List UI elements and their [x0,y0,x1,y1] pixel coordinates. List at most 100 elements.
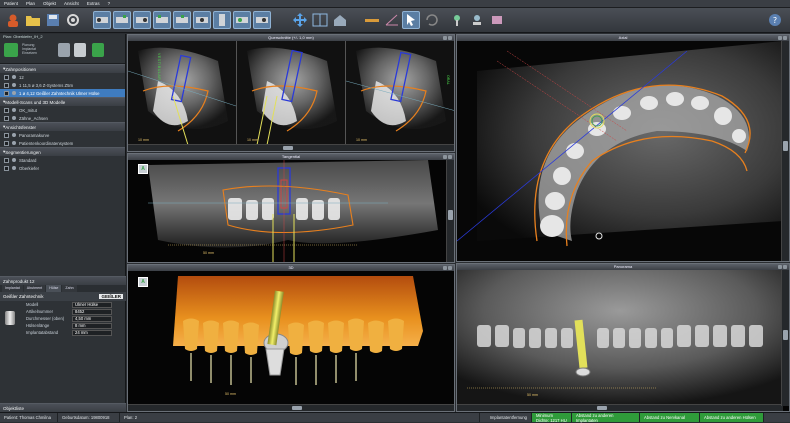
close-icon[interactable] [448,35,452,40]
property-value[interactable]: 24 mm [72,329,112,336]
menu-item[interactable]: Ansicht [64,1,79,6]
sleeve-image [0,301,20,341]
maximize-icon[interactable] [777,264,782,269]
tooth-tool-icon[interactable] [113,11,131,29]
visibility-checkbox[interactable] [4,165,9,171]
object-list-tab[interactable]: Objektliste [0,403,126,412]
panorama-view[interactable]: Panorama 50 mm [456,263,790,412]
scroll-knob[interactable] [783,141,788,151]
visibility-checkbox[interactable] [4,157,9,163]
visibility-checkbox[interactable] [4,90,9,96]
template-tool-icon[interactable] [173,11,191,29]
move-icon[interactable] [291,11,309,29]
close-icon[interactable] [448,265,452,270]
section-header[interactable]: ▾ Modell-Scans und 3D Modelle [0,97,125,106]
menu-item[interactable]: ? [108,1,111,6]
list-item[interactable]: Oberkiefer [0,164,125,172]
segment-icon[interactable] [448,11,466,29]
close-icon[interactable] [448,154,452,159]
help-icon[interactable]: ? [766,11,784,29]
undo-icon[interactable] [422,11,440,29]
scroll-knob[interactable] [292,406,302,410]
axial-scrollbar[interactable] [781,41,789,261]
status-check-2: Abstand zu Nervkanal [640,413,700,422]
3d-scrollbar[interactable] [128,404,454,411]
orientation-cube[interactable]: A [138,277,148,287]
section-header[interactable]: ▾ Zahnpositionen [0,64,125,73]
tab-1[interactable]: Abutment [23,285,46,292]
abutment-tool-icon[interactable] [133,11,151,29]
open-folder-icon[interactable] [24,11,42,29]
measure-tool-icon[interactable] [253,11,271,29]
list-item[interactable]: Patientenkoordinatensystem [0,139,125,147]
cross-section-scrollbar[interactable] [128,144,454,151]
status-bar: Patient: Thomas Chmilna Geburtsdatum: 19… [0,412,790,423]
close-icon[interactable] [783,264,787,269]
scroll-knob[interactable] [283,146,293,150]
tab-2[interactable]: Hülse [46,285,62,292]
visibility-checkbox[interactable] [4,115,9,121]
drill-tool-icon[interactable] [193,11,211,29]
scan-icon[interactable] [468,11,486,29]
angle-icon[interactable] [383,11,401,29]
delete-icon[interactable] [92,43,104,57]
patient-icon[interactable] [4,11,22,29]
scroll-knob[interactable] [783,330,788,340]
tab-0[interactable]: Implantat [2,285,23,292]
property-value[interactable]: 8 mm [72,322,112,329]
pointer-icon[interactable] [402,11,420,29]
menu-item[interactable]: Patient [4,1,18,6]
section-header[interactable]: ▾ Segmentierungen [0,147,125,156]
close-icon[interactable] [783,35,787,40]
settings-icon[interactable] [64,11,82,29]
maximize-icon[interactable] [442,265,447,270]
sleeve-tool-icon[interactable] [153,11,171,29]
panorama-vscrollbar[interactable] [781,270,789,406]
reload-icon[interactable] [58,43,70,57]
sleeve-icon[interactable] [74,43,86,57]
list-item[interactable]: 1 ø 4,12 Geißler Zahntechnik Ulmer Hülse [0,89,125,97]
list-item[interactable]: Panoramakurve [0,131,125,139]
menu-item[interactable]: Objekt [43,1,56,6]
home-view-icon[interactable] [331,11,349,29]
implant-add-icon[interactable] [93,11,111,29]
layout-icon[interactable] [311,11,329,29]
list-item[interactable]: 1 11,5 ø 3,6 Z-Systems Z5m [0,81,125,89]
visibility-checkbox[interactable] [4,132,9,138]
visibility-checkbox[interactable] [4,107,9,113]
axial-view[interactable]: Axial [456,34,790,262]
menu-item[interactable]: Plan [26,1,35,6]
list-item-label: Patientenkoordinatensystem [19,140,74,146]
ruler-icon[interactable] [363,11,381,29]
nerve-tool-icon[interactable] [213,11,231,29]
export-icon[interactable] [488,11,506,29]
scroll-knob[interactable] [597,406,607,410]
maximize-icon[interactable] [442,154,447,159]
visibility-checkbox[interactable] [4,74,9,80]
cross-section-view[interactable]: Querschnitte (+/- 1,0 mm) VESTIBULAR ORA… [127,34,455,152]
eye-icon [12,83,16,87]
save-icon[interactable] [44,11,62,29]
panorama-scrollbar[interactable] [457,404,783,411]
list-item[interactable]: OK_mitut [0,106,125,114]
section-header[interactable]: ▾ Ansichtsfenster [0,122,125,131]
property-label: Durchmesser (oben) [26,316,65,321]
scroll-knob[interactable] [448,210,453,220]
visibility-checkbox[interactable] [4,82,9,88]
maximize-icon[interactable] [777,35,782,40]
3d-view[interactable]: 3D A 50 mm [127,264,455,412]
tab-3[interactable]: Zahn [62,285,77,292]
menu-item[interactable]: Extras [87,1,100,6]
tangential-view[interactable]: Tangential A 50 mm [127,153,455,263]
bone-tool-icon[interactable] [233,11,251,29]
add-implant-icon[interactable] [4,43,18,57]
visibility-checkbox[interactable] [4,140,9,146]
list-item[interactable]: Standard [0,156,125,164]
list-item[interactable]: 12 [0,73,125,81]
property-value[interactable]: 4,50 mm [72,315,112,322]
status-check-0: Minimum Dichte: 1217 HU [532,413,572,423]
orientation-cube[interactable]: A [138,164,148,174]
tangential-scrollbar[interactable] [446,160,454,262]
maximize-icon[interactable] [442,35,447,40]
list-item[interactable]: Zähne_Achsen [0,114,125,122]
